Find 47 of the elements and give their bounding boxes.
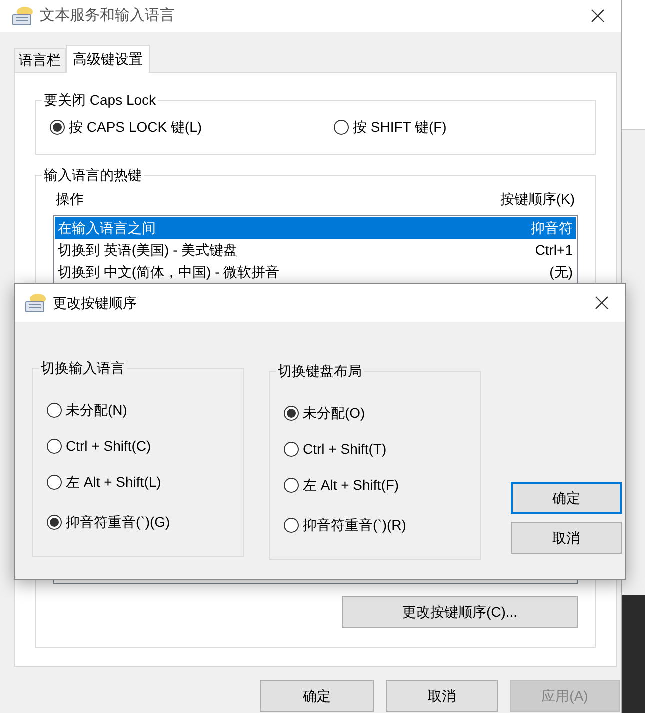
window-title: 文本服务和输入语言 bbox=[40, 6, 175, 26]
list-row[interactable]: 在输入语言之间 抑音符 bbox=[55, 217, 576, 239]
radio-label[interactable]: 按 SHIFT 键(F) bbox=[353, 117, 447, 138]
radio-button[interactable] bbox=[284, 518, 299, 532]
group-title: 要关闭 Caps Lock bbox=[42, 90, 158, 110]
close-icon[interactable] bbox=[595, 296, 609, 310]
tab[interactable]: 高级键设置 bbox=[66, 45, 150, 73]
column-header: 按键顺序(K) bbox=[500, 190, 575, 209]
radio-label[interactable]: 抑音符重音(`)(G) bbox=[66, 512, 170, 532]
dialog-title: 更改按键顺序 bbox=[53, 294, 137, 312]
close-icon[interactable] bbox=[591, 9, 605, 23]
radio-label[interactable]: 未分配(N) bbox=[66, 400, 128, 420]
radio-button[interactable] bbox=[47, 474, 62, 490]
row-keys: Ctrl+1 bbox=[535, 240, 573, 260]
radio-button[interactable] bbox=[284, 478, 299, 492]
radio-label[interactable]: 按 CAPS LOCK 键(L) bbox=[69, 117, 202, 138]
radio-label[interactable]: 抑音符重音(`)(R) bbox=[303, 514, 406, 536]
group-title: 切换输入语言 bbox=[39, 358, 127, 378]
row-action: 切换到 中文(简体，中国) - 微软拼音 bbox=[58, 262, 280, 282]
radio-button[interactable] bbox=[284, 442, 299, 456]
tab[interactable]: 语言栏 bbox=[14, 48, 66, 72]
radio-label[interactable]: 未分配(O) bbox=[303, 402, 366, 424]
dialog-button[interactable]: 取消 bbox=[511, 522, 622, 554]
radio-button[interactable] bbox=[50, 120, 65, 135]
dialog-button[interactable]: 确定 bbox=[511, 482, 622, 514]
dialog-button[interactable]: 取消 bbox=[386, 680, 498, 712]
radio-button[interactable] bbox=[47, 514, 62, 530]
row-keys: 抑音符 bbox=[531, 218, 573, 238]
keyboard-icon bbox=[25, 293, 47, 313]
list-row[interactable]: 切换到 英语(美国) - 美式键盘 Ctrl+1 bbox=[55, 239, 576, 261]
dialog-button[interactable]: 确定 bbox=[260, 680, 374, 712]
group-title: 输入语言的热键 bbox=[42, 165, 144, 185]
radio-label[interactable]: Ctrl + Shift(T) bbox=[303, 438, 387, 460]
row-action: 切换到 英语(美国) - 美式键盘 bbox=[58, 240, 238, 260]
change-key-sequence-button[interactable]: 更改按键顺序(C)... bbox=[342, 596, 578, 628]
radio-button[interactable] bbox=[47, 438, 62, 454]
radio-label[interactable]: Ctrl + Shift(C) bbox=[66, 436, 152, 456]
keyboard-icon bbox=[12, 6, 34, 26]
radio-label[interactable]: 左 Alt + Shift(L) bbox=[66, 472, 162, 492]
column-header: 操作 bbox=[56, 190, 84, 209]
radio-button[interactable] bbox=[47, 402, 62, 418]
radio-button[interactable] bbox=[284, 406, 299, 420]
row-keys: (无) bbox=[550, 262, 573, 282]
row-action: 在输入语言之间 bbox=[58, 218, 156, 238]
radio-label[interactable]: 左 Alt + Shift(F) bbox=[303, 474, 400, 496]
list-row[interactable]: 切换到 中文(简体，中国) - 微软拼音 (无) bbox=[55, 261, 576, 283]
radio-button[interactable] bbox=[334, 120, 349, 135]
